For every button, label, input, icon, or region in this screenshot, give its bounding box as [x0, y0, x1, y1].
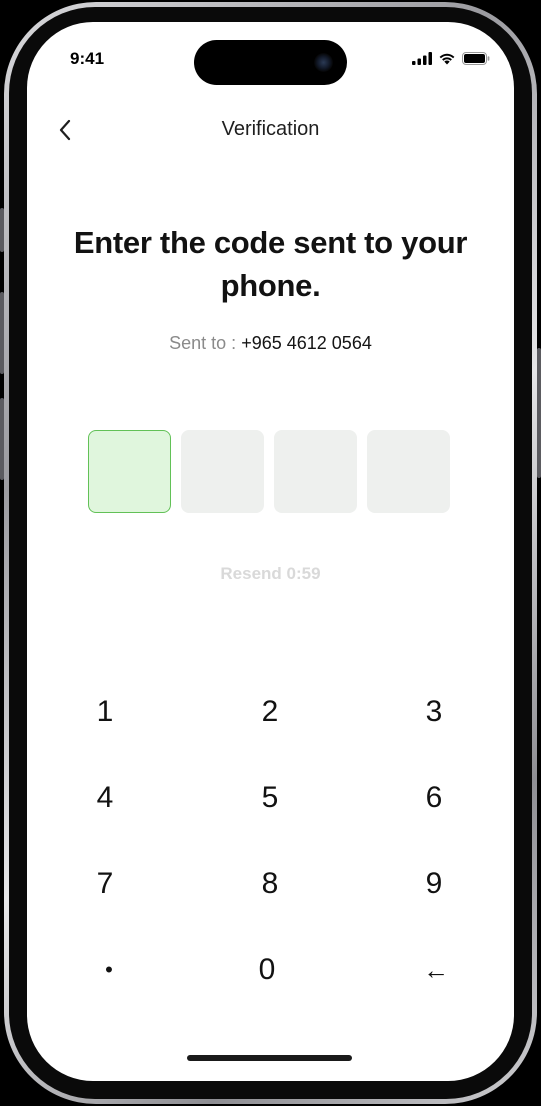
keypad-key-dot[interactable]: • — [64, 940, 154, 1000]
keypad-key-4[interactable]: 4 — [60, 768, 150, 828]
dynamic-island — [194, 40, 347, 85]
device-action-button — [0, 208, 4, 252]
wifi-icon — [439, 53, 455, 65]
device-power-button — [537, 348, 541, 478]
keypad-key-0[interactable]: 0 — [222, 940, 312, 1000]
keypad-key-1[interactable]: 1 — [60, 682, 150, 742]
keypad-key-9[interactable]: 9 — [389, 854, 479, 914]
otp-code-input — [88, 430, 450, 513]
sent-to-line: Sent to : +965 4612 0564 — [27, 333, 514, 354]
otp-digit-box-2[interactable] — [181, 430, 264, 513]
device-volume-down-button — [0, 398, 4, 480]
phone-screen: 9:41 Verification Enter the code sent to… — [27, 22, 514, 1081]
status-time: 9:41 — [70, 49, 105, 68]
status-icons — [412, 52, 490, 65]
keypad-key-7[interactable]: 7 — [60, 854, 150, 914]
battery-icon — [462, 52, 490, 65]
page-title: Verification — [221, 118, 320, 140]
keypad-key-8[interactable]: 8 — [225, 854, 315, 914]
sent-to-label: Sent to : — [169, 333, 237, 353]
device-volume-up-button — [0, 292, 4, 374]
instruction-heading: Enter the code sent to your phone. — [73, 225, 468, 303]
otp-digit-box-4[interactable] — [367, 430, 450, 513]
cellular-signal-icon — [412, 52, 432, 65]
resend-timer: Resend 0:59 — [220, 564, 321, 583]
phone-number: +965 4612 0564 — [241, 333, 372, 353]
otp-digit-box-3[interactable] — [274, 430, 357, 513]
device-frame: 9:41 Verification Enter the code sent to… — [0, 0, 541, 1106]
keypad-key-3[interactable]: 3 — [389, 682, 479, 742]
keypad-key-2[interactable]: 2 — [225, 682, 315, 742]
camera-icon — [314, 53, 333, 72]
home-indicator[interactable] — [187, 1055, 352, 1061]
otp-digit-box-1[interactable] — [88, 430, 171, 513]
keypad-backspace-key[interactable]: ← — [391, 940, 481, 1000]
keypad-key-6[interactable]: 6 — [389, 768, 479, 828]
keypad-key-5[interactable]: 5 — [225, 768, 315, 828]
